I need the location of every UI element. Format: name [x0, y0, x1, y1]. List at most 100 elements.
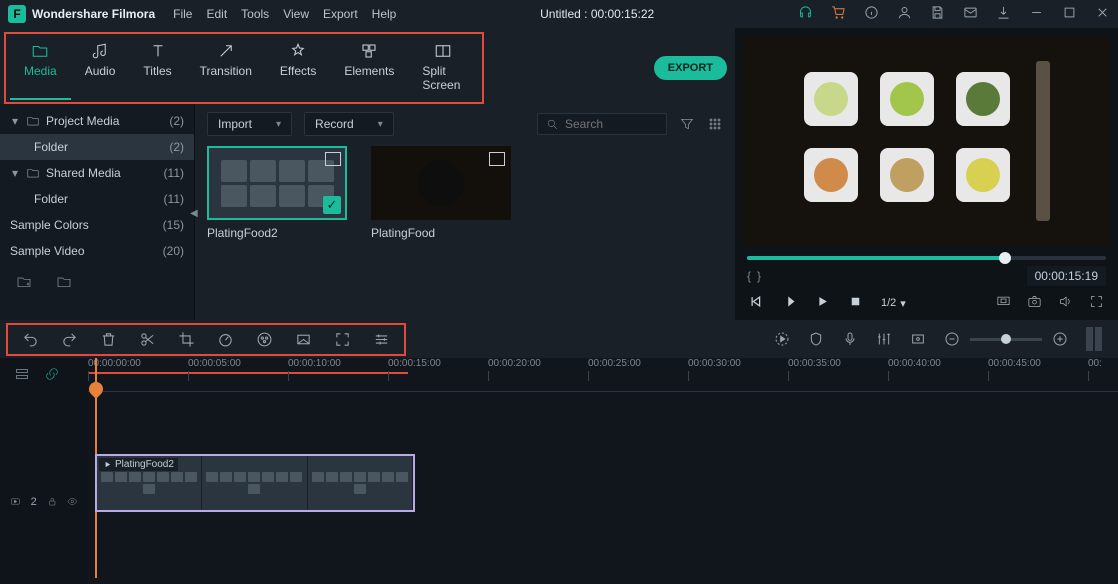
timeline-link-icon[interactable] — [44, 366, 60, 385]
tab-transition-label: Transition — [200, 64, 252, 78]
tab-transition[interactable]: Transition — [186, 36, 266, 100]
sidebar-label: Sample Colors — [10, 218, 89, 232]
display-mode-icon[interactable] — [996, 294, 1011, 312]
prev-frame-icon[interactable] — [749, 294, 764, 312]
sidebar-item-sample-video[interactable]: Sample Video(20) — [0, 238, 194, 264]
window-minimize-icon[interactable] — [1029, 5, 1044, 23]
delete-icon[interactable] — [100, 331, 117, 348]
visibility-icon[interactable] — [67, 495, 78, 508]
sidebar-item-project-media[interactable]: ▾Project Media(2) — [0, 108, 194, 134]
tab-splitscreen-label: Split Screen — [422, 64, 464, 92]
voiceover-icon[interactable] — [842, 331, 858, 347]
search-input[interactable] — [565, 117, 645, 131]
import-label: Import — [218, 117, 252, 131]
expand-icon[interactable] — [334, 331, 351, 348]
green-screen-icon[interactable] — [295, 331, 312, 348]
timeline-ruler[interactable]: 00:00:00:0000:00:05:0000:00:10:0000:00:1… — [88, 358, 1118, 392]
ruler-tick: 00:00:15:00 — [388, 358, 441, 381]
download-icon[interactable] — [996, 5, 1011, 23]
grid-view-icon[interactable] — [707, 116, 723, 132]
speed-icon[interactable] — [217, 331, 234, 348]
sidebar-item-folder-2[interactable]: Folder(11) — [0, 186, 194, 212]
marker-icon[interactable] — [808, 331, 824, 347]
tab-splitscreen[interactable]: Split Screen — [408, 36, 478, 100]
headset-icon[interactable] — [798, 5, 813, 23]
mail-icon[interactable] — [963, 5, 978, 23]
folder-icon[interactable] — [56, 274, 72, 293]
window-close-icon[interactable] — [1095, 5, 1110, 23]
ruler-tick: 00:00:20:00 — [488, 358, 541, 381]
split-icon[interactable] — [139, 331, 156, 348]
preview-ratio[interactable]: 1/2 ▾ — [881, 297, 906, 310]
new-folder-icon[interactable] — [16, 274, 32, 293]
tab-elements[interactable]: Elements — [330, 36, 408, 100]
record-dropdown[interactable]: Record▾ — [304, 112, 394, 136]
menu-tools[interactable]: Tools — [241, 7, 269, 21]
timeline-clip[interactable]: PlatingFood2 — [95, 454, 415, 512]
audio-mixer-icon[interactable] — [876, 331, 892, 347]
snapshot-icon[interactable] — [1027, 294, 1042, 312]
account-icon[interactable] — [897, 5, 912, 23]
preview-pane: { } 00:00:15:19 1/2 ▾ — [735, 28, 1118, 320]
preview-bowl — [956, 148, 1010, 202]
menu-file[interactable]: File — [173, 7, 192, 21]
import-dropdown[interactable]: Import▾ — [207, 112, 292, 136]
sidebar-item-shared-media[interactable]: ▾Shared Media(11) — [0, 160, 194, 186]
menu-export[interactable]: Export — [323, 7, 358, 21]
save-icon[interactable] — [930, 5, 945, 23]
media-gallery: Import▾ Record▾ ✓ Pl — [195, 104, 735, 320]
tab-titles[interactable]: Titles — [129, 36, 185, 100]
ruler-tick: 00:00:45:00 — [988, 358, 1041, 381]
color-icon[interactable] — [256, 331, 273, 348]
zoom-in-icon[interactable] — [1052, 331, 1068, 347]
record-label: Record — [315, 117, 354, 131]
brace-left: { — [747, 269, 751, 283]
volume-icon[interactable] — [1058, 294, 1073, 312]
media-sidebar: ▾Project Media(2) Folder(2) ▾Shared Medi… — [0, 104, 195, 320]
play-pause-icon[interactable] — [782, 294, 797, 312]
timeline-stack-icon[interactable] — [14, 366, 30, 385]
zoom-slider[interactable] — [970, 338, 1042, 341]
tab-media[interactable]: Media — [10, 36, 71, 100]
zoom-out-icon[interactable] — [944, 331, 960, 347]
tab-audio[interactable]: Audio — [71, 36, 130, 100]
stop-icon[interactable] — [848, 294, 863, 312]
render-icon[interactable] — [774, 331, 790, 347]
fullscreen-icon[interactable] — [1089, 294, 1104, 312]
media-thumb-1[interactable]: ✓ PlatingFood2 — [207, 146, 347, 240]
cart-icon[interactable] — [831, 5, 846, 23]
settings-sliders-icon[interactable] — [373, 331, 390, 348]
search-box[interactable] — [537, 113, 667, 135]
redo-icon[interactable] — [61, 331, 78, 348]
clip-type-icon — [489, 152, 505, 166]
keyframe-icon[interactable] — [910, 331, 926, 347]
play-icon[interactable] — [815, 294, 830, 312]
sidebar-item-sample-colors[interactable]: Sample Colors(15) — [0, 212, 194, 238]
info-icon[interactable] — [864, 5, 879, 23]
sidebar-item-folder-1[interactable]: Folder(2) — [0, 134, 194, 160]
sidebar-count: (20) — [163, 244, 184, 258]
ruler-tick: 00:00:30:00 — [688, 358, 741, 381]
crop-icon[interactable] — [178, 331, 195, 348]
collapse-sidebar-icon[interactable]: ◀ — [190, 208, 200, 228]
sidebar-label: Folder — [34, 192, 68, 206]
tab-effects[interactable]: Effects — [266, 36, 330, 100]
filter-icon[interactable] — [679, 116, 695, 132]
preview-timecode: 00:00:15:19 — [1027, 266, 1106, 286]
tab-effects-label: Effects — [280, 64, 316, 78]
preview-seek-slider[interactable] — [747, 256, 1106, 260]
track-header[interactable]: 2 — [0, 495, 88, 508]
media-thumb-2[interactable]: PlatingFood — [371, 146, 511, 240]
menu-view[interactable]: View — [283, 7, 309, 21]
undo-icon[interactable] — [22, 331, 39, 348]
export-button[interactable]: EXPORT — [654, 56, 727, 80]
window-maximize-icon[interactable] — [1062, 5, 1077, 23]
preview-bowl — [804, 72, 858, 126]
sidebar-label: Folder — [34, 140, 68, 154]
preview-video[interactable] — [743, 36, 1110, 246]
grater-prop — [1036, 61, 1050, 221]
menu-edit[interactable]: Edit — [206, 7, 227, 21]
track-height-icon[interactable] — [1086, 327, 1104, 351]
lock-icon[interactable] — [47, 495, 58, 508]
menu-help[interactable]: Help — [372, 7, 397, 21]
